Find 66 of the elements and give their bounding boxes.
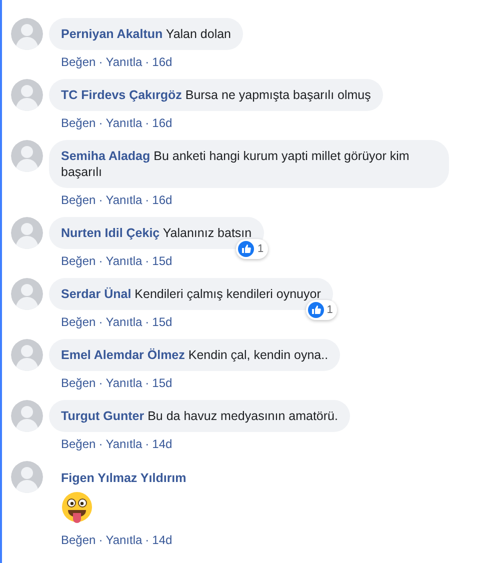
separator: · <box>98 436 103 452</box>
timestamp[interactable]: 15d <box>152 253 172 269</box>
separator: · <box>98 253 103 269</box>
author-link[interactable]: Perniyan Akaltun <box>61 27 163 41</box>
timestamp[interactable]: 16d <box>152 192 172 208</box>
timestamp[interactable]: 16d <box>152 54 172 70</box>
reply-link[interactable]: Yanıtla <box>106 532 142 548</box>
separator: · <box>98 314 103 330</box>
comment-text: TC Firdevs Çakırgöz Bursa ne yapmışta başarılı olmuş <box>61 88 371 102</box>
reaction-count[interactable]: 1 <box>236 239 268 259</box>
avatar-icon[interactable] <box>11 79 43 111</box>
timestamp[interactable]: 14d <box>152 436 172 452</box>
like-link[interactable]: Beğen <box>61 115 96 131</box>
avatar-icon[interactable] <box>11 339 43 371</box>
comment-text: Emel Alemdar Ölmez Kendin çal, kendin oyna.. <box>61 348 328 362</box>
avatar-icon[interactable] <box>11 461 43 493</box>
like-link[interactable]: Beğen <box>61 436 96 452</box>
separator: · <box>145 192 150 208</box>
separator: · <box>145 436 150 452</box>
reply-link[interactable]: Yanıtla <box>106 375 142 391</box>
timestamp[interactable]: 15d <box>152 314 172 330</box>
like-link[interactable]: Beğen <box>61 192 96 208</box>
avatar-icon[interactable] <box>11 217 43 249</box>
separator: · <box>145 54 150 70</box>
comment-text: Serdar Ünal Kendileri çalmış kendileri oynuyor <box>61 287 321 301</box>
author-link[interactable]: Nurten Idil Çekiç <box>61 226 160 240</box>
separator: · <box>98 192 103 208</box>
like-link[interactable]: Beğen <box>61 54 96 70</box>
reply-link[interactable]: Yanıtla <box>106 115 142 131</box>
reply-link[interactable]: Yanıtla <box>106 314 142 330</box>
avatar-icon[interactable] <box>11 18 43 50</box>
author-link[interactable]: Semiha Aladag <box>61 149 150 163</box>
avatar-icon[interactable] <box>11 278 43 310</box>
comment-text: Semiha Aladag Bu anketi hangi kurum yapti millet görüyor kim başarılı <box>61 149 410 179</box>
like-link[interactable]: Beğen <box>61 253 96 269</box>
author-link[interactable]: Figen Yılmaz Yıldırım <box>61 471 186 485</box>
like-link[interactable]: Beğen <box>61 314 96 330</box>
like-link[interactable]: Beğen <box>61 375 96 391</box>
separator: · <box>145 532 150 548</box>
timestamp[interactable]: 16d <box>152 115 172 131</box>
comment-text: Turgut Gunter Bu da havuz medyasının amatörü. <box>61 409 338 423</box>
separator: · <box>145 253 150 269</box>
avatar-icon[interactable] <box>11 140 43 172</box>
separator: · <box>145 314 150 330</box>
like-link[interactable]: Beğen <box>61 532 96 548</box>
separator: · <box>145 375 150 391</box>
author-link[interactable]: Turgut Gunter <box>61 409 144 423</box>
separator: · <box>98 54 103 70</box>
reply-link[interactable]: Yanıtla <box>106 192 142 208</box>
timestamp[interactable]: 15d <box>152 375 172 391</box>
reply-link[interactable]: Yanıtla <box>106 436 142 452</box>
comment-text: Perniyan Akaltun Yalan dolan <box>61 27 232 41</box>
author-link[interactable]: Serdar Ünal <box>61 287 132 301</box>
separator: · <box>98 115 103 131</box>
reply-link[interactable]: Yanıtla <box>106 253 142 269</box>
reply-link[interactable]: Yanıtla <box>106 54 142 70</box>
emoji-icon <box>61 492 93 524</box>
timestamp[interactable]: 14d <box>152 532 172 548</box>
separator: · <box>98 532 103 548</box>
comment-text: Nurten Idil Çekiç Yalanınız batsın <box>61 226 252 240</box>
separator: · <box>145 115 150 131</box>
author-link[interactable]: Emel Alemdar Ölmez <box>61 348 185 362</box>
separator: · <box>98 375 103 391</box>
avatar-icon[interactable] <box>11 400 43 432</box>
author-link[interactable]: TC Firdevs Çakırgöz <box>61 88 182 102</box>
reaction-count[interactable]: 1 <box>306 300 337 320</box>
